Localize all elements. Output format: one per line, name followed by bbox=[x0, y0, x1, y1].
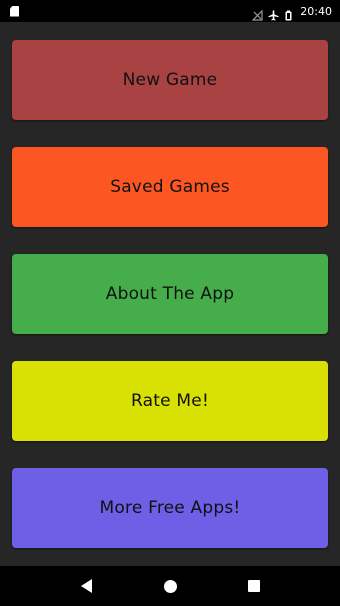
sd-card-icon bbox=[10, 5, 19, 17]
new-game-button[interactable]: New Game bbox=[12, 40, 328, 120]
saved-games-button[interactable]: Saved Games bbox=[12, 147, 328, 227]
recents-button[interactable] bbox=[234, 566, 274, 606]
no-signal-icon bbox=[251, 6, 263, 21]
status-bar: 20:40 bbox=[0, 0, 340, 22]
battery-icon bbox=[284, 6, 295, 20]
airplane-mode-icon bbox=[268, 6, 279, 20]
more-free-apps-button[interactable]: More Free Apps! bbox=[12, 468, 328, 548]
recents-icon bbox=[248, 580, 260, 592]
app-screen: 20:40 New Game Saved Games About The App… bbox=[0, 0, 340, 606]
navigation-bar bbox=[0, 566, 340, 606]
status-left bbox=[10, 5, 19, 17]
about-app-button[interactable]: About The App bbox=[12, 254, 328, 334]
home-button[interactable] bbox=[150, 566, 190, 606]
rate-me-button[interactable]: Rate Me! bbox=[12, 361, 328, 441]
status-right: 20:40 bbox=[251, 4, 332, 21]
back-icon bbox=[80, 579, 92, 593]
main-menu: New Game Saved Games About The App Rate … bbox=[12, 40, 328, 548]
status-time: 20:40 bbox=[300, 4, 332, 18]
home-icon bbox=[163, 579, 177, 593]
back-button[interactable] bbox=[66, 566, 106, 606]
